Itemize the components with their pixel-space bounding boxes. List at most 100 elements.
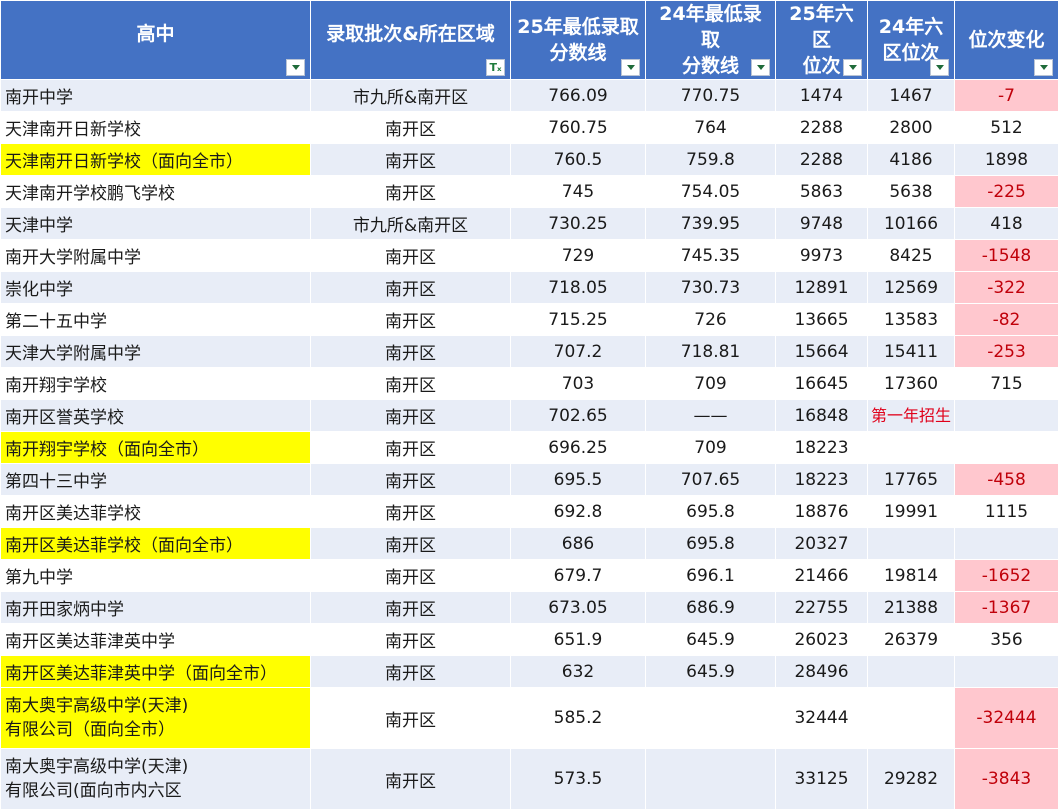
s25-cell[interactable]: 745 [511, 176, 646, 208]
chg-cell[interactable]: 356 [955, 624, 1058, 656]
table-row[interactable]: 南大奥宇高级中学(天津)有限公司（面向全市）南开区585.232444-3244… [1, 688, 1058, 749]
s24-cell[interactable]: 739.95 [646, 208, 776, 240]
school-name-cell[interactable]: 天津大学附属中学 [1, 336, 311, 368]
chg-cell[interactable]: 1115 [955, 496, 1058, 528]
s24-cell[interactable]: 754.05 [646, 176, 776, 208]
school-name-cell[interactable]: 南开中学 [1, 80, 311, 112]
s24-cell[interactable] [646, 688, 776, 749]
filter-dropdown-button[interactable] [843, 59, 862, 76]
chg-cell[interactable]: -458 [955, 464, 1058, 496]
r24-cell[interactable]: 15411 [868, 336, 955, 368]
r25-cell[interactable]: 18223 [776, 464, 868, 496]
school-name-cell[interactable]: 第二十五中学 [1, 304, 311, 336]
r24-cell[interactable]: 19991 [868, 496, 955, 528]
batch-cell[interactable]: 南开区 [311, 400, 511, 432]
chg-cell[interactable]: -82 [955, 304, 1058, 336]
filter-active-button[interactable]: Tₓ [486, 59, 505, 76]
table-row[interactable]: 天津大学附属中学南开区707.2718.811566415411-253 [1, 336, 1058, 368]
r25-cell[interactable]: 32444 [776, 688, 868, 749]
s24-cell[interactable]: 645.9 [646, 656, 776, 688]
school-name-cell[interactable]: 南开区美达菲学校 [1, 496, 311, 528]
school-name-cell[interactable]: 第四十三中学 [1, 464, 311, 496]
r25-cell[interactable]: 33125 [776, 749, 868, 810]
chg-cell[interactable]: -1652 [955, 560, 1058, 592]
chg-cell[interactable]: -7 [955, 80, 1058, 112]
s24-cell[interactable]: 726 [646, 304, 776, 336]
school-name-cell[interactable]: 南开区誉英学校 [1, 400, 311, 432]
table-row[interactable]: 南开区美达菲学校南开区692.8695.818876199911115 [1, 496, 1058, 528]
table-row[interactable]: 第九中学南开区679.7696.12146619814-1652 [1, 560, 1058, 592]
r24-cell[interactable] [868, 528, 955, 560]
batch-cell[interactable]: 南开区 [311, 688, 511, 749]
chg-cell[interactable]: -1367 [955, 592, 1058, 624]
s25-cell[interactable]: 703 [511, 368, 646, 400]
table-row[interactable]: 南开田家炳中学南开区673.05686.92275521388-1367 [1, 592, 1058, 624]
s25-cell[interactable]: 585.2 [511, 688, 646, 749]
r25-cell[interactable]: 5863 [776, 176, 868, 208]
filter-dropdown-button[interactable] [930, 59, 949, 76]
batch-cell[interactable]: 南开区 [311, 528, 511, 560]
r25-cell[interactable]: 1474 [776, 80, 868, 112]
s25-cell[interactable]: 632 [511, 656, 646, 688]
batch-cell[interactable]: 南开区 [311, 464, 511, 496]
chg-cell[interactable] [955, 656, 1058, 688]
s25-cell[interactable]: 696.25 [511, 432, 646, 464]
school-name-cell[interactable]: 南大奥宇高级中学(天津)有限公司（面向全市） [1, 688, 311, 749]
r25-cell[interactable]: 21466 [776, 560, 868, 592]
s25-cell[interactable]: 730.25 [511, 208, 646, 240]
filter-dropdown-button[interactable] [286, 59, 305, 76]
s25-cell[interactable]: 695.5 [511, 464, 646, 496]
s24-cell[interactable]: 759.8 [646, 144, 776, 176]
school-name-cell[interactable]: 南开区美达菲津英中学（面向全市） [1, 656, 311, 688]
r25-cell[interactable]: 16848 [776, 400, 868, 432]
r25-cell[interactable]: 26023 [776, 624, 868, 656]
table-row[interactable]: 南大奥宇高级中学(天津)有限公司(面向市内六区南开区573.5331252928… [1, 749, 1058, 810]
s24-cell[interactable]: 745.35 [646, 240, 776, 272]
batch-cell[interactable]: 南开区 [311, 560, 511, 592]
r24-cell[interactable]: 17765 [868, 464, 955, 496]
s25-cell[interactable]: 692.8 [511, 496, 646, 528]
batch-cell[interactable]: 南开区 [311, 336, 511, 368]
batch-cell[interactable]: 南开区 [311, 749, 511, 810]
s24-cell[interactable]: 686.9 [646, 592, 776, 624]
r24-cell[interactable]: 5638 [868, 176, 955, 208]
school-name-cell[interactable]: 天津南开学校鹏飞学校 [1, 176, 311, 208]
batch-cell[interactable]: 南开区 [311, 432, 511, 464]
school-name-cell[interactable]: 天津南开日新学校（面向全市） [1, 144, 311, 176]
s25-cell[interactable]: 766.09 [511, 80, 646, 112]
s24-cell[interactable]: 695.8 [646, 528, 776, 560]
batch-cell[interactable]: 南开区 [311, 624, 511, 656]
r24-cell[interactable]: 10166 [868, 208, 955, 240]
school-name-cell[interactable]: 崇化中学 [1, 272, 311, 304]
chg-cell[interactable]: -225 [955, 176, 1058, 208]
filter-dropdown-button[interactable] [621, 59, 640, 76]
batch-cell[interactable]: 南开区 [311, 368, 511, 400]
s24-cell[interactable] [646, 749, 776, 810]
s25-cell[interactable]: 760.5 [511, 144, 646, 176]
batch-cell[interactable]: 南开区 [311, 496, 511, 528]
s24-cell[interactable]: 709 [646, 432, 776, 464]
batch-cell[interactable]: 南开区 [311, 112, 511, 144]
table-row[interactable]: 第二十五中学南开区715.257261366513583-82 [1, 304, 1058, 336]
school-name-cell[interactable]: 南开田家炳中学 [1, 592, 311, 624]
batch-cell[interactable]: 南开区 [311, 592, 511, 624]
table-row[interactable]: 南开翔宇学校南开区7037091664517360715 [1, 368, 1058, 400]
s24-cell[interactable]: 695.8 [646, 496, 776, 528]
r25-cell[interactable]: 28496 [776, 656, 868, 688]
chg-cell[interactable] [955, 528, 1058, 560]
batch-cell[interactable]: 南开区 [311, 656, 511, 688]
r24-cell[interactable]: 1467 [868, 80, 955, 112]
s25-cell[interactable]: 718.05 [511, 272, 646, 304]
chg-cell[interactable] [955, 400, 1058, 432]
s24-cell[interactable]: 696.1 [646, 560, 776, 592]
r24-cell[interactable]: 26379 [868, 624, 955, 656]
r25-cell[interactable]: 18223 [776, 432, 868, 464]
r25-cell[interactable]: 2288 [776, 112, 868, 144]
r24-cell[interactable]: 8425 [868, 240, 955, 272]
table-row[interactable]: 南开中学市九所&南开区766.09770.7514741467-7 [1, 80, 1058, 112]
r24-cell[interactable]: 2800 [868, 112, 955, 144]
r24-cell[interactable] [868, 656, 955, 688]
s25-cell[interactable]: 651.9 [511, 624, 646, 656]
r24-cell[interactable]: 13583 [868, 304, 955, 336]
s24-cell[interactable]: 709 [646, 368, 776, 400]
